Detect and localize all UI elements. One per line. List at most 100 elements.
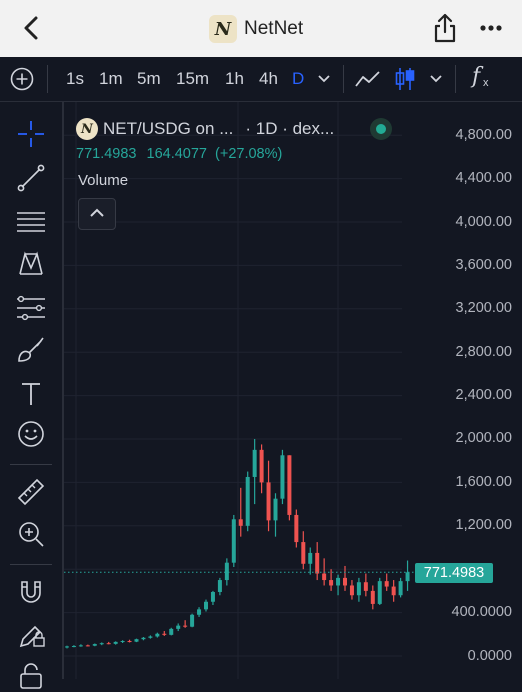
emoji-icon[interactable] (15, 418, 47, 450)
candle-body (113, 641, 118, 644)
candle-body (224, 562, 229, 581)
price-axis-label: 1,600.00 (455, 474, 512, 490)
price-change: 164.4077 (146, 146, 207, 162)
symbol-name: NET/USDG on ... (103, 119, 234, 138)
candle-body (99, 643, 104, 645)
candle-body (148, 636, 153, 638)
price-axis-label: 0.0000 (467, 648, 512, 664)
interval-4h[interactable]: 4h (259, 69, 278, 89)
candle-body (71, 646, 76, 648)
lock-drawings-icon[interactable] (15, 618, 47, 650)
candle-body (120, 641, 125, 643)
price-axis-label: 2,000.00 (455, 430, 512, 446)
indicators-fx-button[interactable]: f x (470, 64, 498, 94)
price-axis-label: 3,600.00 (455, 257, 512, 273)
candle-body (78, 645, 83, 647)
add-indicator-icon[interactable] (10, 67, 34, 91)
interval-5m[interactable]: 5m (137, 69, 161, 89)
more-icon[interactable] (478, 15, 504, 41)
candle-body (405, 572, 410, 582)
text-icon[interactable] (15, 378, 47, 410)
pattern-icon[interactable] (15, 248, 47, 280)
candle-body (301, 542, 306, 564)
price-change-line: 771.4983 164.4077 (+27.08%) (76, 146, 282, 162)
price-axis-label: 2,400.00 (455, 387, 512, 403)
candle-body (169, 628, 174, 635)
share-icon[interactable] (432, 12, 458, 44)
candle-body (176, 625, 181, 629)
candle-body (127, 641, 132, 643)
trendline-icon[interactable] (15, 162, 47, 194)
candle-body (356, 582, 361, 596)
chart-area[interactable]: N NET/USDG on ... · 1D · dex... 771.4983… (64, 102, 522, 679)
zoom-icon[interactable] (15, 518, 47, 550)
interval-1h[interactable]: 1h (225, 69, 244, 89)
candle-body (294, 514, 299, 543)
candle-body (85, 645, 90, 647)
candle-body (141, 637, 146, 640)
projection-icon[interactable] (15, 292, 47, 324)
interval-d[interactable]: D (292, 69, 304, 89)
candles-icon[interactable] (394, 66, 416, 92)
candle-body (336, 577, 341, 586)
volume-label: Volume (78, 172, 129, 189)
candle-body (259, 449, 264, 483)
interval-15m[interactable]: 15m (176, 69, 209, 89)
tool-divider (10, 464, 52, 465)
candle-body (398, 581, 403, 596)
collapse-chevron-icon (90, 208, 104, 217)
candle-body (65, 646, 69, 648)
candle-body (252, 449, 257, 477)
candle-body (391, 586, 396, 596)
candle-body (162, 633, 167, 635)
candle-body (197, 609, 202, 615)
fib-icon[interactable] (15, 206, 47, 238)
candle-body (308, 552, 313, 564)
candle-body (204, 601, 208, 610)
candle-body (363, 582, 368, 591)
symbol-logo: N (76, 118, 98, 140)
toolbar-divider (47, 65, 48, 93)
candle-body (287, 455, 292, 515)
candle-body (231, 519, 236, 563)
magnet-icon[interactable] (15, 576, 47, 608)
candle-body (322, 573, 327, 581)
brush-icon[interactable] (15, 334, 47, 366)
interval-1m[interactable]: 1m (99, 69, 123, 89)
candle-body (315, 552, 320, 574)
fx-label: f (472, 64, 481, 89)
crosshair-icon[interactable] (15, 118, 47, 150)
top-nav-bar: N NetNet (0, 0, 522, 57)
candle-body (266, 482, 271, 521)
candle-body (329, 580, 334, 586)
collapse-button[interactable] (78, 198, 116, 230)
candle-body (106, 643, 111, 645)
candle-body (370, 590, 375, 604)
interval-source: · 1D · dex... (245, 119, 335, 138)
price-axis-label: 400.0000 (451, 604, 512, 620)
lock-icon[interactable] (15, 660, 47, 692)
fx-subscript: x (483, 77, 489, 89)
app-brand: N NetNet (209, 14, 303, 44)
price-change-percent: (+27.08%) (215, 146, 283, 162)
candle-body (273, 498, 278, 521)
interval-1s[interactable]: 1s (66, 69, 84, 89)
ruler-icon[interactable] (15, 476, 47, 508)
last-price: 771.4983 (76, 146, 137, 162)
last-price-tag: 771.4983 (415, 563, 493, 583)
chevron-down-icon[interactable] (317, 73, 331, 85)
candle-body (238, 519, 243, 526)
chevron-down-icon[interactable] (429, 73, 443, 85)
price-axis-label: 1,200.00 (455, 517, 512, 533)
candle-body (384, 581, 389, 587)
symbol-legend[interactable]: N NET/USDG on ... · 1D · dex... (76, 118, 334, 140)
price-axis-label: 4,400.00 (455, 170, 512, 186)
chart-toolbar: 1s 1m 5m 15m 1h 4h D f x (0, 57, 522, 102)
candle-body (155, 633, 160, 637)
price-axis-label: 4,000.00 (455, 214, 512, 230)
candlestick-chart[interactable] (64, 102, 522, 679)
candle-body (134, 639, 139, 642)
back-icon[interactable] (18, 14, 46, 42)
line-chart-icon[interactable] (354, 69, 382, 89)
candle-body (190, 614, 195, 627)
